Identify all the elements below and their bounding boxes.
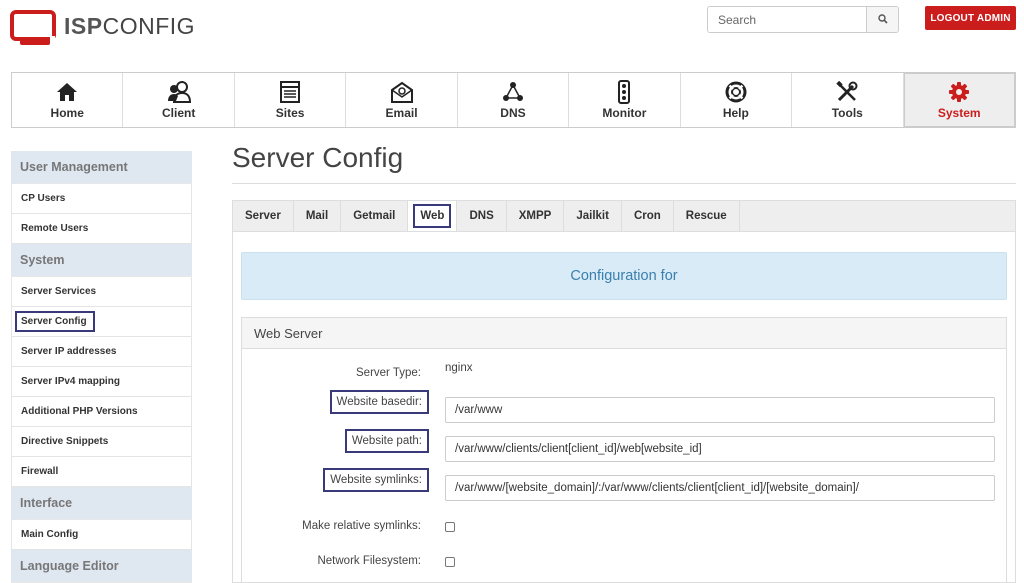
search-input[interactable] bbox=[708, 7, 866, 32]
sidebar-item-directive-snippets[interactable]: Directive Snippets bbox=[11, 427, 192, 457]
network-filesystem-label: Network Filesystem: bbox=[317, 555, 421, 567]
logout-button[interactable]: LOGOUT ADMIN bbox=[925, 6, 1016, 30]
website-symlinks-input[interactable] bbox=[445, 475, 995, 501]
tab-mail[interactable]: Mail bbox=[294, 201, 342, 231]
nav-monitor[interactable]: Monitor bbox=[569, 73, 681, 127]
envelope-icon bbox=[390, 80, 413, 104]
ispconfig-logo[interactable]: ISPCONFIG bbox=[10, 8, 195, 48]
tab-web[interactable]: Web bbox=[408, 201, 458, 231]
tab-label: Web bbox=[413, 204, 452, 228]
nav-label: Sites bbox=[275, 106, 305, 120]
sidebar-item-additional-php-versions[interactable]: Additional PHP Versions bbox=[11, 397, 192, 427]
sidebar-item-server-services[interactable]: Server Services bbox=[11, 277, 192, 307]
tab-jailkit[interactable]: Jailkit bbox=[564, 201, 622, 231]
nav-label: Email bbox=[385, 106, 418, 120]
nav-label: System bbox=[937, 106, 981, 120]
main-navigation: Home Client Sites Email DNS Monitor Help… bbox=[11, 72, 1016, 128]
nav-tools[interactable]: Tools bbox=[792, 73, 904, 127]
nav-home[interactable]: Home bbox=[12, 73, 124, 127]
nav-help[interactable]: Help bbox=[681, 73, 793, 127]
sidebar-item-label: Server Config bbox=[15, 311, 95, 332]
nav-email[interactable]: Email bbox=[346, 73, 458, 127]
nav-sites[interactable]: Sites bbox=[235, 73, 347, 127]
search-button[interactable] bbox=[866, 7, 898, 32]
configuration-banner: Configuration for bbox=[241, 252, 1007, 300]
website-basedir-input[interactable] bbox=[445, 397, 995, 423]
search-icon bbox=[877, 11, 888, 29]
logo-text: ISPCONFIG bbox=[64, 12, 196, 39]
sidebar-group-system: System bbox=[11, 244, 192, 277]
nav-label: Home bbox=[50, 106, 84, 120]
tab-rescue[interactable]: Rescue bbox=[674, 201, 740, 231]
tab-cron[interactable]: Cron bbox=[622, 201, 674, 231]
tab-bar: Server Mail Getmail Web DNS XMPP Jailkit… bbox=[232, 200, 1016, 232]
network-nodes-icon bbox=[502, 80, 524, 104]
tab-dns[interactable]: DNS bbox=[457, 201, 507, 231]
sidebar-item-firewall[interactable]: Firewall bbox=[11, 457, 192, 487]
server-type-label: Server Type: bbox=[356, 367, 421, 379]
website-symlinks-label: Website symlinks: bbox=[323, 468, 429, 492]
make-relative-symlinks-checkbox[interactable] bbox=[445, 522, 455, 532]
nav-label: Help bbox=[722, 106, 749, 120]
make-relative-symlinks-label: Make relative symlinks: bbox=[302, 520, 421, 532]
website-path-input[interactable] bbox=[445, 436, 995, 462]
sidebar-item-server-ipv4-mapping[interactable]: Server IPv4 mapping bbox=[11, 367, 192, 397]
title-divider bbox=[232, 183, 1016, 184]
page-title: Server Config bbox=[232, 142, 404, 173]
tab-server[interactable]: Server bbox=[233, 201, 294, 231]
gear-icon bbox=[948, 80, 970, 104]
sidebar-item-remote-users[interactable]: Remote Users bbox=[11, 214, 192, 244]
sidebar-group-interface: Interface bbox=[11, 487, 192, 520]
server-type-value: nginx bbox=[445, 362, 473, 374]
lifebuoy-icon bbox=[725, 80, 747, 104]
website-basedir-label: Website basedir: bbox=[329, 390, 429, 414]
sidebar-item-server-config[interactable]: Server Config bbox=[11, 307, 192, 337]
nav-label: Monitor bbox=[602, 106, 647, 120]
tab-getmail[interactable]: Getmail bbox=[341, 201, 409, 231]
tab-xmpp[interactable]: XMPP bbox=[507, 201, 565, 231]
nav-label: Client bbox=[161, 106, 196, 120]
nav-dns[interactable]: DNS bbox=[458, 73, 570, 127]
network-filesystem-checkbox[interactable] bbox=[445, 557, 455, 567]
website-path-label: Website path: bbox=[344, 429, 429, 453]
label-text: Website basedir: bbox=[329, 390, 429, 414]
search-box bbox=[707, 6, 899, 33]
home-icon bbox=[56, 80, 78, 104]
tools-icon bbox=[836, 80, 858, 104]
nav-label: Tools bbox=[831, 106, 863, 120]
sidebar-group-language-editor: Language Editor bbox=[11, 550, 192, 583]
users-icon bbox=[167, 80, 191, 104]
sidebar-group-user-management: User Management bbox=[11, 151, 192, 184]
nav-label: DNS bbox=[500, 106, 526, 120]
traffic-light-icon bbox=[617, 80, 631, 104]
label-text: Website path: bbox=[344, 429, 429, 453]
label-text: Website symlinks: bbox=[323, 468, 429, 492]
logo-mark-icon bbox=[10, 10, 58, 46]
nav-system[interactable]: System bbox=[903, 73, 1015, 127]
section-title: Web Server bbox=[242, 318, 1006, 349]
browser-window-icon bbox=[280, 80, 301, 104]
nav-client[interactable]: Client bbox=[123, 73, 235, 127]
sidebar: User Management CP Users Remote Users Sy… bbox=[11, 151, 192, 583]
sidebar-item-cp-users[interactable]: CP Users bbox=[11, 184, 192, 214]
sidebar-item-main-config[interactable]: Main Config bbox=[11, 520, 192, 550]
sidebar-item-server-ip-addresses[interactable]: Server IP addresses bbox=[11, 337, 192, 367]
